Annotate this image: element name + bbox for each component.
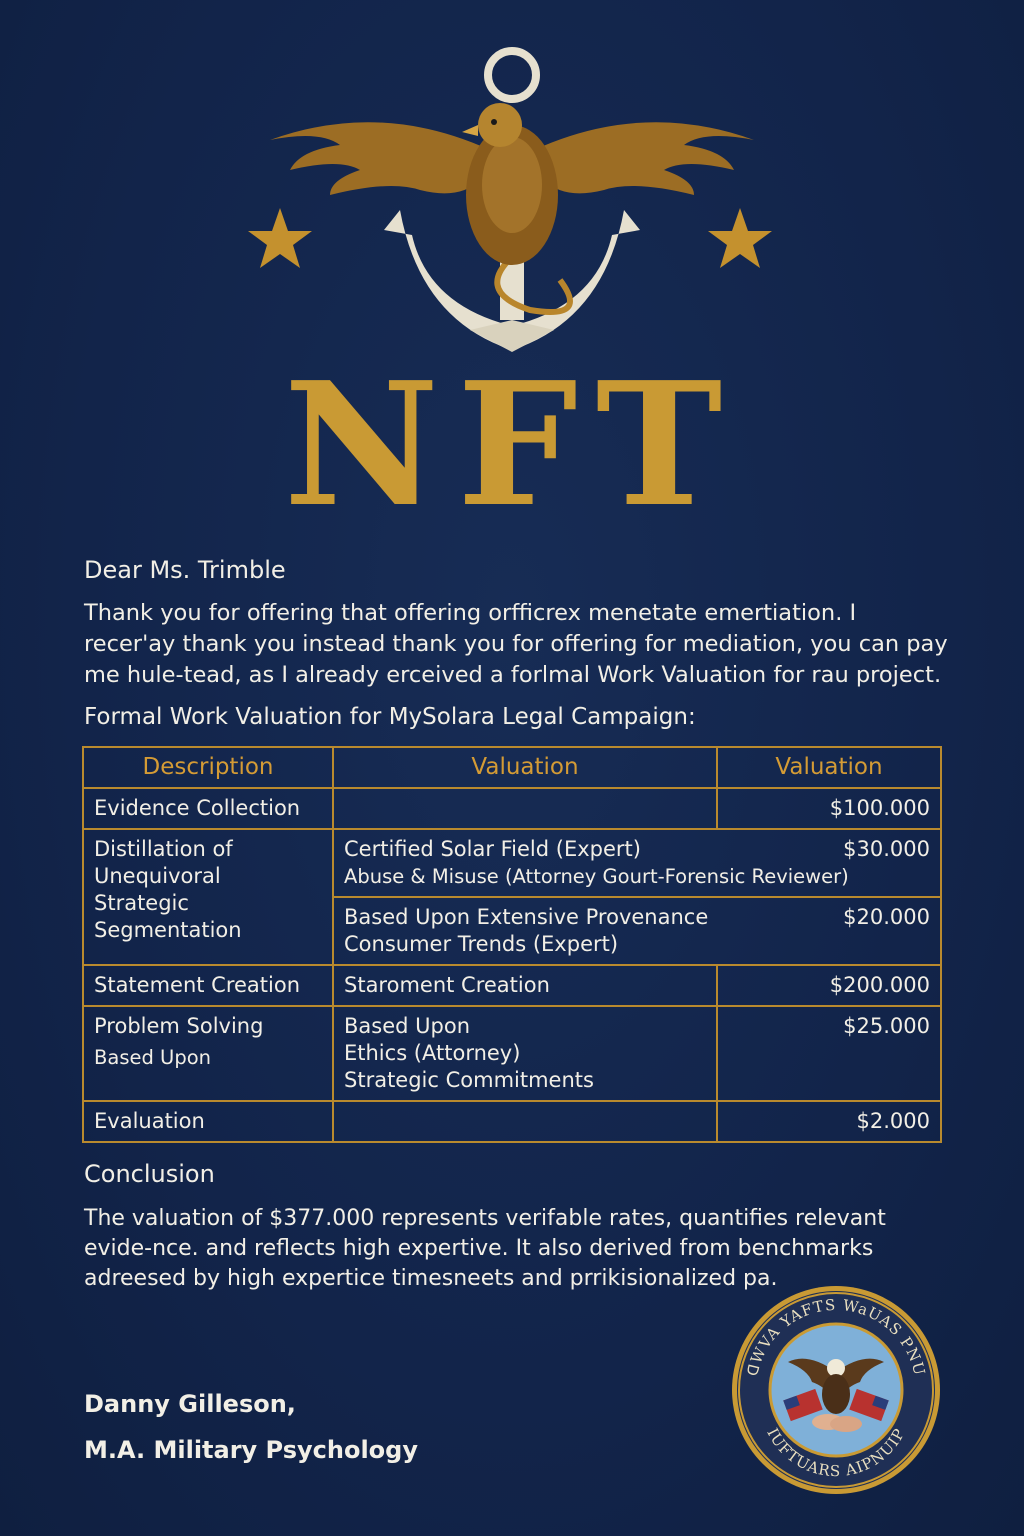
conclusion-paragraph: The valuation of $377.000 represents ver… xyxy=(84,1206,886,1291)
letter-page: NFT Dear Ms. Trimble Thank you for offer… xyxy=(0,0,1024,1536)
signer-credential: M.A. Military Psychology xyxy=(84,1436,418,1464)
column-header-amount: Valuation xyxy=(716,746,942,789)
row-detail-secondary: Ethics (Attorney) xyxy=(344,1041,521,1065)
left-star-icon xyxy=(248,208,312,268)
row-amount: $25.000 xyxy=(716,1005,942,1102)
row-description: Statement Creation xyxy=(82,964,334,1007)
row-detail-tertiary: Strategic Commitments xyxy=(344,1068,594,1092)
right-star-icon xyxy=(708,208,772,268)
row-amount: $100.000 xyxy=(716,787,942,830)
table-row: Statement Creation Staroment Creation $2… xyxy=(82,964,942,1007)
conclusion-heading: Conclusion xyxy=(84,1160,215,1188)
row-detail: Based Upon xyxy=(344,1014,470,1038)
table-header-row: Description Valuation Valuation xyxy=(82,746,942,789)
row-detail-cell: Based Upon Ethics (Attorney) Strategic C… xyxy=(332,1005,718,1102)
eagle-anchor-emblem xyxy=(248,47,772,352)
table-row: Problem Solving Based Upon Based Upon Et… xyxy=(82,1005,942,1102)
table-row: Evidence Collection $100.000 xyxy=(82,787,942,830)
row-description: Evaluation xyxy=(82,1100,334,1143)
valuation-heading: Formal Work Valuation for MySolara Legal… xyxy=(84,704,696,730)
row-amount: $20.000 xyxy=(843,905,930,929)
row-description-cell: Problem Solving Based Upon xyxy=(82,1005,334,1102)
row-detail xyxy=(332,787,718,830)
salutation: Dear Ms. Trimble xyxy=(84,556,286,584)
row-description-secondary: Based Upon xyxy=(94,1046,211,1069)
column-header-description: Description xyxy=(82,746,334,789)
row-amount: $30.000 xyxy=(843,837,930,861)
row-detail: Certified Solar Field (Expert) xyxy=(344,837,641,861)
row-description: Distillation of Unequivoral Strategic Se… xyxy=(82,828,334,966)
row-detail: Based Upon Extensive Provenance Consumer… xyxy=(344,905,709,956)
page-title: NFT xyxy=(283,345,741,545)
row-detail-combined: Based Upon Extensive Provenance Consumer… xyxy=(332,896,942,966)
row-amount: $200.000 xyxy=(716,964,942,1007)
table-row: Distillation of Unequivoral Strategic Se… xyxy=(82,828,942,966)
row-detail-combined: Certified Solar Field (Expert) Abuse & M… xyxy=(332,828,942,898)
row-detail: Staroment Creation xyxy=(332,964,718,1007)
official-seal-icon: ꓷWVA YAFTS WaUAS PNU IUFTUARS AIPNUIP xyxy=(732,1286,940,1494)
table-row: Evaluation $2.000 xyxy=(82,1100,942,1143)
row-detail-secondary: Abuse & Misuse (Attorney Gourt-Forensic … xyxy=(344,865,849,888)
row-amount: $2.000 xyxy=(716,1100,942,1143)
row-detail xyxy=(332,1100,718,1143)
intro-paragraph: Thank you for offering that offering orf… xyxy=(84,600,948,688)
row-description: Problem Solving xyxy=(94,1014,264,1038)
signer-name: Danny Gilleson, xyxy=(84,1390,296,1418)
valuation-table: Description Valuation Valuation Evidence… xyxy=(82,746,942,1143)
row-description: Evidence Collection xyxy=(82,787,334,830)
column-header-valuation: Valuation xyxy=(332,746,718,789)
